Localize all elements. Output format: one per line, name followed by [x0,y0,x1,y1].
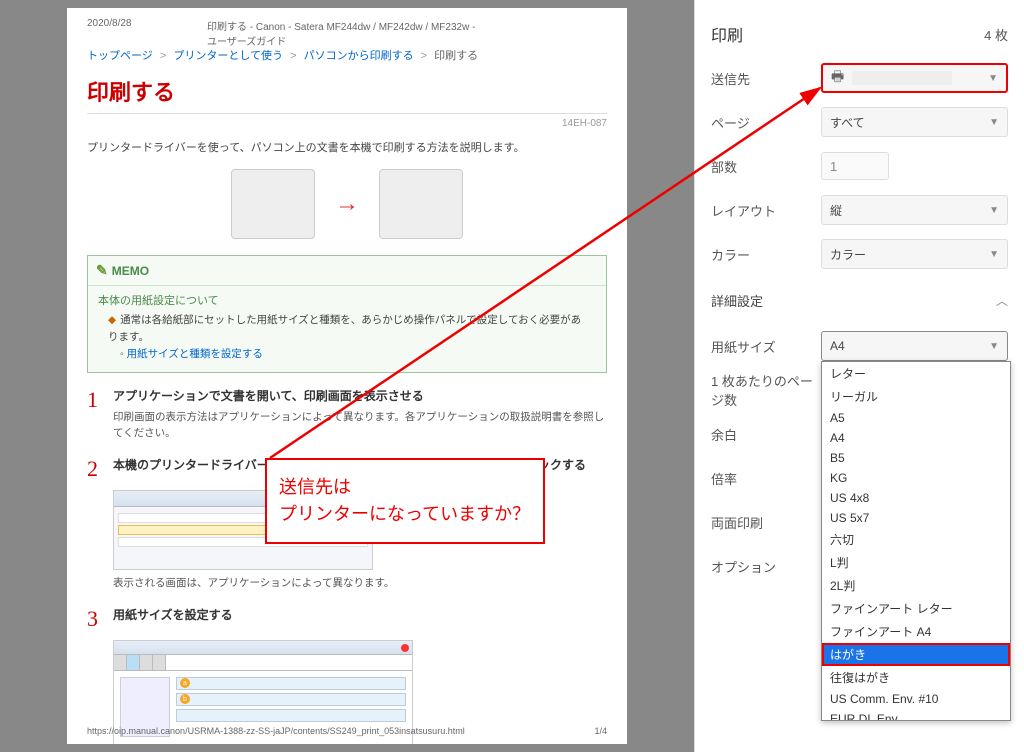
color-select[interactable]: カラー ▼ [821,239,1008,269]
layout-label: レイアウト [711,201,821,220]
pen-icon: ✎ [96,262,108,279]
memo-heading: MEMO [112,264,149,278]
chevron-up-icon: ︿ [996,292,1008,309]
bullet-icon: ◆ [108,314,116,326]
paper-size-option[interactable]: 六切 [822,528,1010,551]
pages-label: ページ [711,113,821,132]
crumb-3[interactable]: パソコンから印刷する [304,50,414,62]
paper-size-option[interactable]: L判 [822,551,1010,574]
paper-size-option[interactable]: 往復はがき [822,666,1010,689]
scale-label: 倍率 [711,469,821,488]
pages-select[interactable]: すべて ▼ [821,107,1008,137]
memo-body: ◆通常は各給紙部にセットした用紙サイズと種類を、あらかじめ操作パネルで設定してお… [88,308,606,372]
caret-down-icon: ▼ [989,249,999,260]
paper-size-option[interactable]: リーガル [822,385,1010,408]
color-label: カラー [711,245,821,264]
panel-title: 印刷 [711,22,743,46]
paper-size-option[interactable]: ファインアート レター [822,597,1010,620]
document-preview-area: 2020/8/28 印刷する - Canon - Satera MF244dw … [0,0,694,752]
option-label: オプション [711,557,821,576]
paper-size-label: 用紙サイズ [711,337,821,356]
step-title: 用紙サイズを設定する [113,606,607,623]
paper-size-option[interactable]: EUR DL Env. [822,709,1010,721]
document-page: 2020/8/28 印刷する - Canon - Satera MF244dw … [67,8,627,744]
destination-label: 送信先 [711,69,821,88]
paper-size-option[interactable]: 2L判 [822,574,1010,597]
destination-select[interactable]: 🖶 ▼ [821,63,1008,93]
caret-down-icon: ▼ [989,341,999,352]
step-desc: 印刷画面の表示方法はアプリケーションによって異なります。各アプリケーションの取扱… [113,410,607,442]
doc-header-title: 印刷する - Canon - Satera MF244dw / MF242dw … [207,18,487,48]
layout-select[interactable]: 縦 ▼ [821,195,1008,225]
crumb-2[interactable]: プリンターとして使う [173,50,283,62]
copies-input[interactable]: 1 [821,152,889,180]
step-number: 1 [87,387,105,442]
copies-label: 部数 [711,157,821,176]
step-2-note: 表示される画面は、アプリケーションによって異なります。 [113,576,607,592]
paper-size-option[interactable]: US Comm. Env. #10 [822,689,1010,709]
doc-description: プリンタードライバーを使って、パソコン上の文書を本機で印刷する方法を説明します。 [87,139,607,155]
caret-down-icon: ▼ [989,117,999,128]
margin-label: 余白 [711,425,821,444]
per-sheet-label: 1 枚あたりのページ数 [711,371,821,409]
caret-down-icon: ▼ [989,205,999,216]
paper-size-dropdown[interactable]: レターリーガルA5A4B5KGUS 4x8US 5x7六切L判2L判ファインアー… [821,361,1011,721]
paper-size-option[interactable]: A5 [822,408,1010,428]
paper-size-option[interactable]: はがき [822,643,1010,666]
step-3: 3 用紙サイズを設定する [87,606,607,632]
breadcrumb: トップページ > プリンターとして使う > パソコンから印刷する > 印刷する [87,47,607,63]
printer-icon: 🖶 [831,66,844,90]
paper-size-option[interactable]: B5 [822,448,1010,468]
caret-down-icon: ▼ [988,73,998,84]
paper-size-option[interactable]: ファインアート A4 [822,620,1010,643]
memo-link[interactable]: 用紙サイズと種類を設定する [127,348,263,360]
paper-size-option[interactable]: KG [822,468,1010,488]
print-panel: 印刷 4 枚 送信先 🖶 ▼ ページ すべて ▼ 部数 [694,0,1024,752]
paper-size-select[interactable]: A4 ▼ [821,331,1008,361]
advanced-settings-toggle[interactable]: 詳細設定 ︿ [711,276,1008,324]
illustration: → [87,169,607,239]
computer-illustration [231,169,315,239]
duplex-label: 両面印刷 [711,513,821,532]
footer-url: https://oip.manual.canon/USRMA-1388-zz-S… [87,726,465,736]
step-title: アプリケーションで文書を開いて、印刷画面を表示させる [113,387,607,404]
memo-box: ✎ MEMO 本体の用紙設定について ◆通常は各給紙部にセットした用紙サイズと種類… [87,255,607,373]
printer-illustration [379,169,463,239]
memo-subtitle: 本体の用紙設定について [88,285,606,308]
footer-page: 1/4 [594,726,607,736]
paper-size-option[interactable]: US 4x8 [822,488,1010,508]
arrow-icon: → [335,190,359,218]
annotation-callout: 送信先は プリンターになっていますか？ [265,458,545,544]
step-number: 3 [87,606,105,632]
doc-code: 14EH-087 [87,118,607,129]
step-1: 1 アプリケーションで文書を開いて、印刷画面を表示させる 印刷画面の表示方法はア… [87,387,607,442]
crumb-current: 印刷する [434,50,478,62]
step-number: 2 [87,456,105,482]
crumb-top[interactable]: トップページ [87,50,153,62]
paper-size-option[interactable]: US 5x7 [822,508,1010,528]
paper-size-option[interactable]: A4 [822,428,1010,448]
page-title: 印刷する [87,75,607,114]
paper-size-option[interactable]: レター [822,362,1010,385]
sheet-count: 4 枚 [984,25,1008,44]
